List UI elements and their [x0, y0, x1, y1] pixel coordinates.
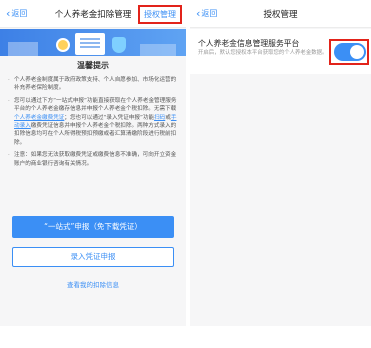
tip-text-segment: 缴费凭证信息并申报个人养老金个税扣除。两种方式录入的扣除信息均可在个人所得税预扣… [14, 123, 177, 146]
setting-title: 个人养老金信息管理服务平台 [198, 39, 300, 48]
authorization-setting-card: 个人养老金信息管理服务平台 开启后，默认您授权本平台获取您的个人养老金数据。 [190, 29, 371, 74]
setting-description: 开启后，默认您授权本平台获取您的个人养老金数据。 [198, 50, 328, 56]
left-screen: ‹ 返回 个人养老金扣除管理 授权管理 温馨提示 · 个人养老金制度属于政府政策… [0, 0, 186, 326]
page-title: 授权管理 [263, 10, 298, 20]
tip-text: 您可以通过下方“一站式申报”功能直接获取在个人养老金管理服务平台的个人养老金缴存… [14, 97, 178, 147]
tip-text: 注意：如果您无法获取缴费凭证或缴费信息不准确，可向开立资金账户的商业银行咨询有关… [14, 152, 177, 167]
tips-title: 温馨提示 [77, 61, 109, 70]
toggle-knob [350, 45, 364, 59]
authorization-management-button[interactable]: 授权管理 [138, 5, 182, 24]
tip-item: · 您可以通过下方“一站式申报”功能直接获取在个人养老金管理服务平台的个人养老金… [8, 97, 178, 147]
payment-voucher-link[interactable]: 个人养老金缴费凭证 [14, 115, 64, 121]
one-stop-declare-button[interactable]: “一站式”申报（免下载凭证） [12, 216, 174, 238]
tips-section: 温馨提示 · 个人养老金制度属于政府政策支持、个人自愿参加、市场化运营的补充养老… [8, 60, 178, 172]
nav-bar: ‹ 返回 授权管理 [190, 0, 371, 28]
building-icon [8, 42, 38, 56]
building-icon [140, 44, 176, 56]
banner-illustration [0, 29, 186, 56]
right-screen: ‹ 返回 授权管理 个人养老金信息管理服务平台 开启后，默认您授权本平台获取您的… [190, 0, 371, 326]
nav-bar: ‹ 返回 个人养老金扣除管理 授权管理 [0, 0, 186, 28]
scan-link[interactable]: 扫码 [154, 115, 165, 121]
enter-voucher-declare-button[interactable]: 录入凭证申报 [12, 247, 174, 267]
tip-item: · 个人养老金制度属于政府政策支持、个人自愿参加、市场化运营的补充养老保险制度。 [8, 76, 178, 93]
tip-text-segment: 您可以通过下方“一站式申报”功能直接获取在个人养老金管理服务平台的个人养老金缴存… [14, 97, 177, 113]
document-icon [75, 33, 105, 55]
tip-item: · 注意：如果您无法获取缴费凭证或缴费信息不准确，可向开立资金账户的商业银行咨询… [8, 151, 178, 168]
coin-icon [56, 38, 70, 52]
tip-text-segment: ；您也可以通过“录入凭证申报”功能 [64, 114, 155, 121]
view-deductions-link[interactable]: 查看我的扣除信息 [0, 279, 186, 289]
tip-text: 个人养老金制度属于政府政策支持、个人自愿参加、市场化运营的补充养老保险制度。 [14, 77, 177, 92]
shield-icon [112, 37, 126, 53]
authorization-toggle[interactable] [334, 43, 366, 61]
